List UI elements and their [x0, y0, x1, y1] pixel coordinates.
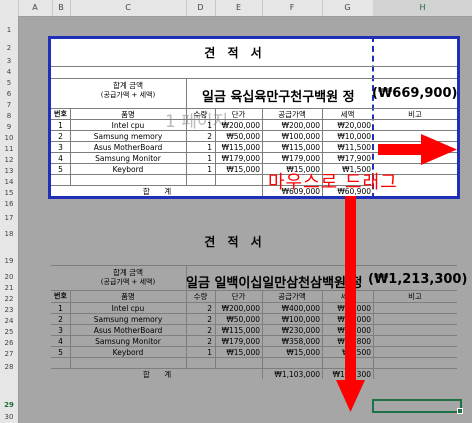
- drag-annotation-text: 마우스로 드래그: [268, 172, 398, 193]
- arrow-down-icon: [336, 196, 365, 412]
- drag-annotation: [336, 134, 457, 412]
- arrow-right-icon: [378, 134, 457, 165]
